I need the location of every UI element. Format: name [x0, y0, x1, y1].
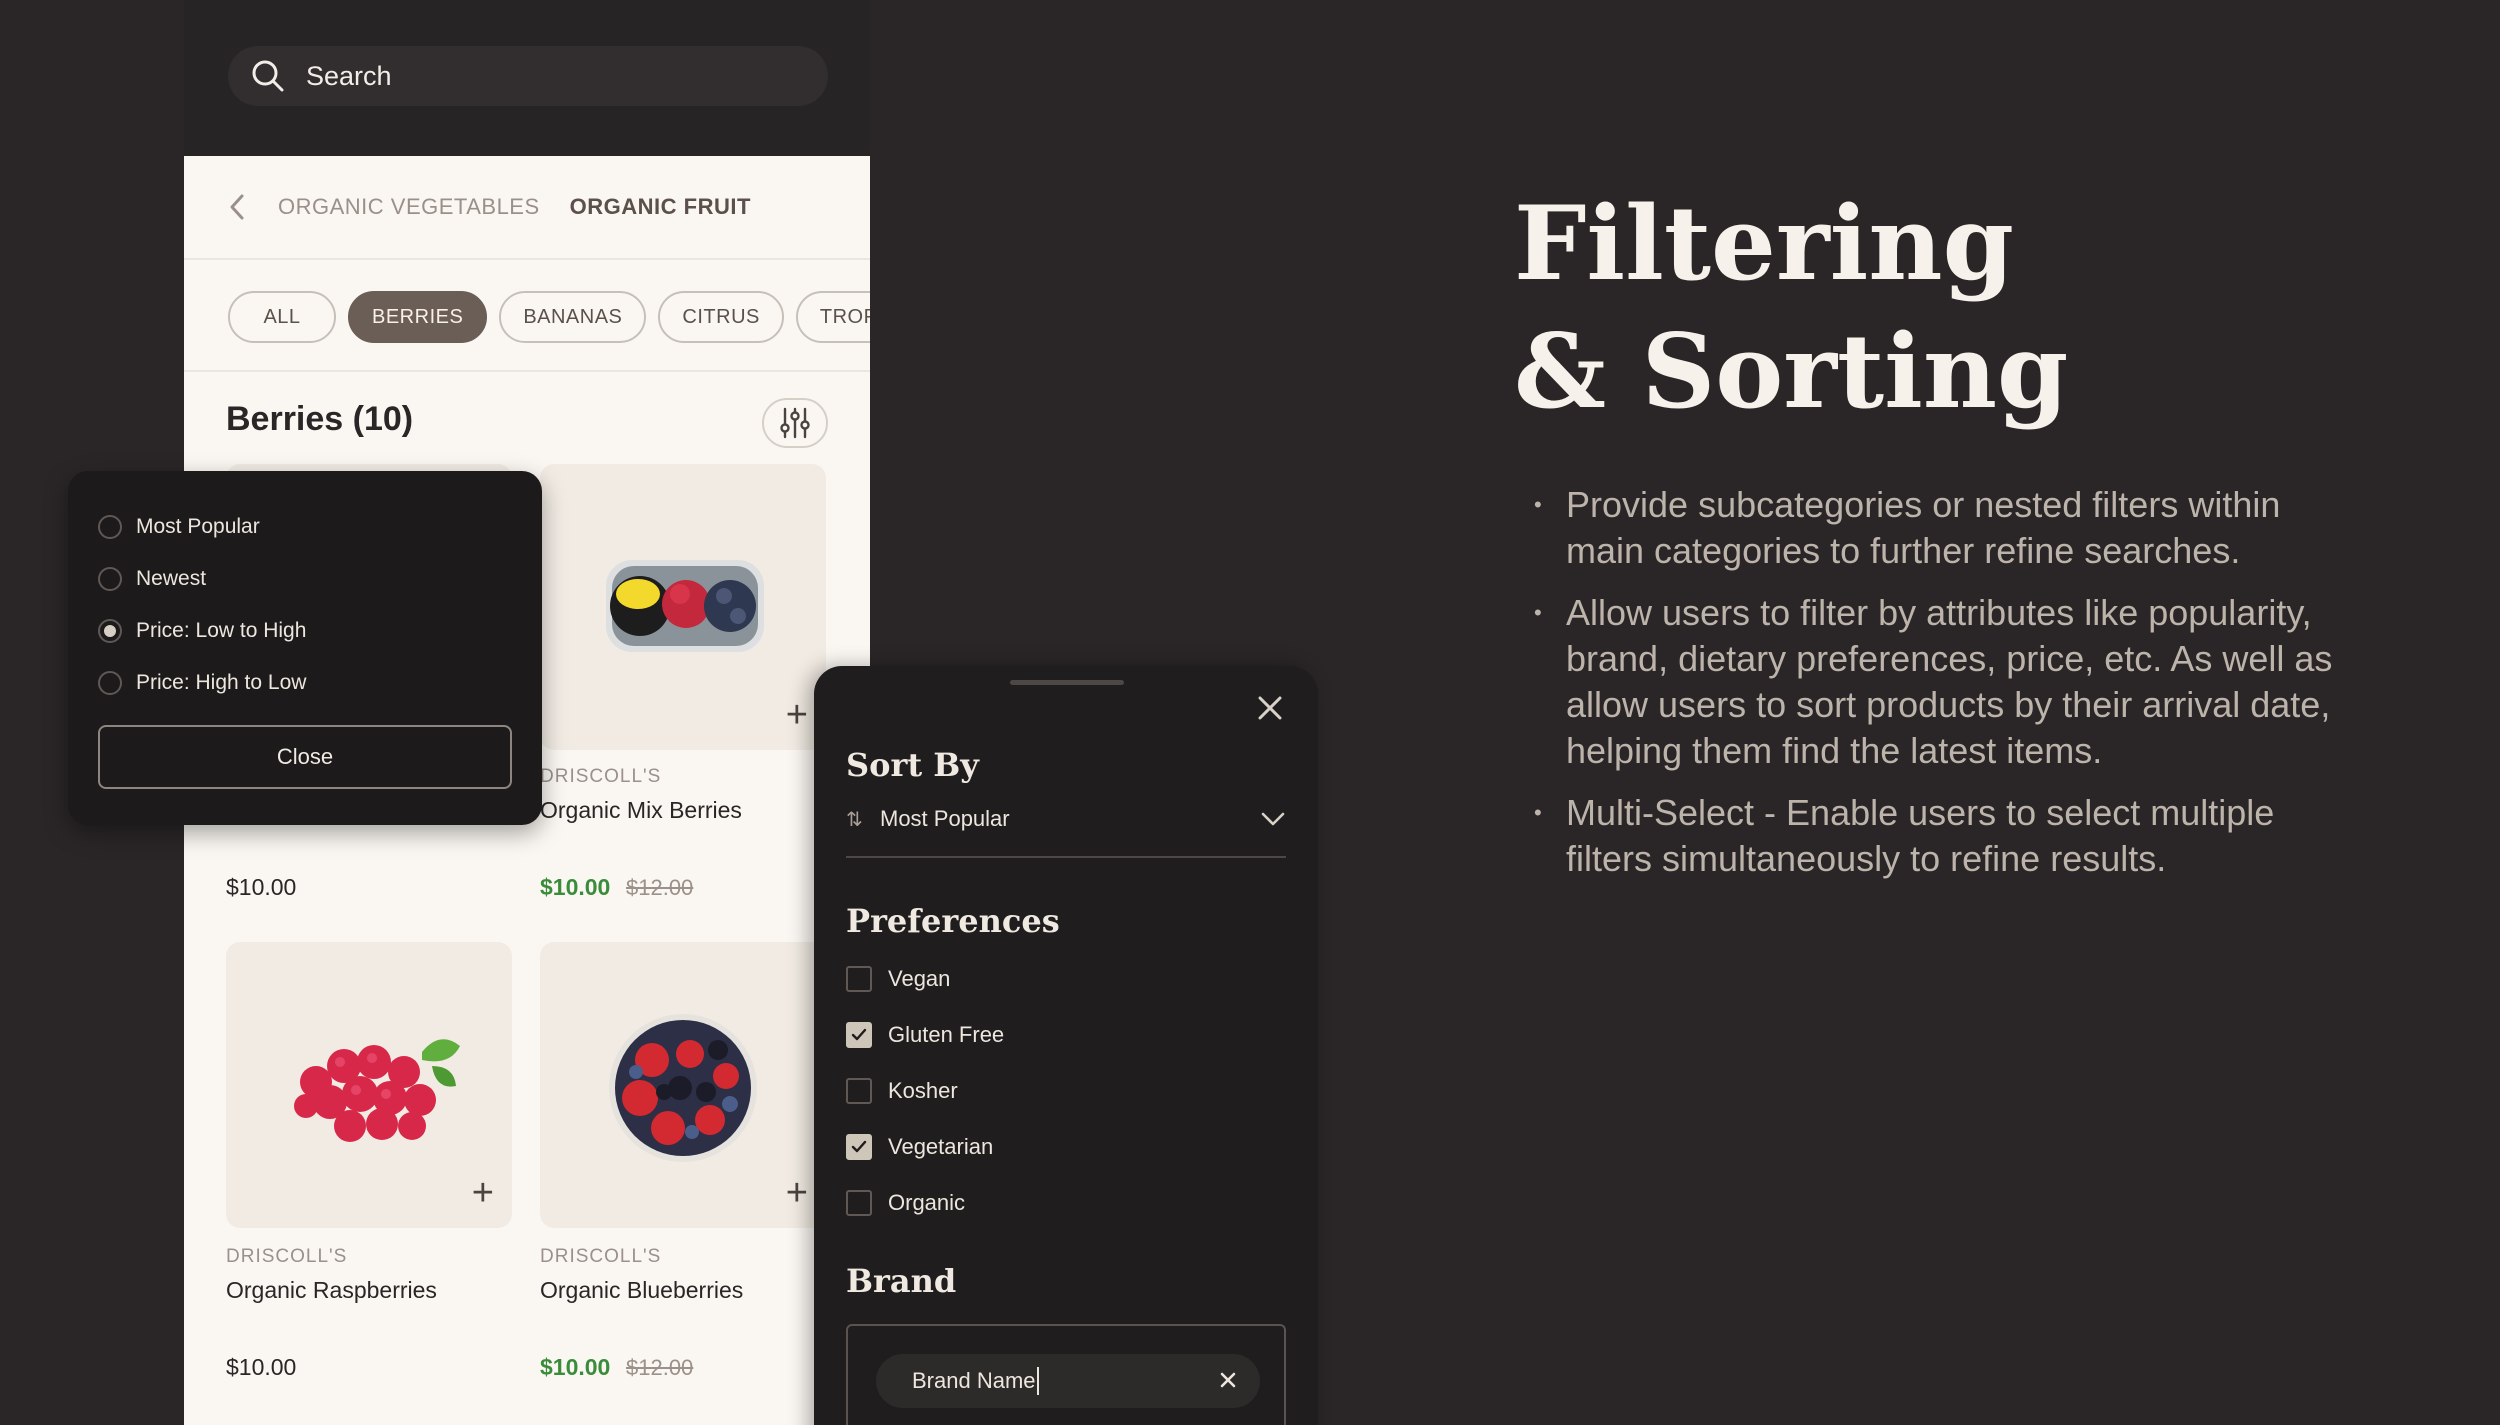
- hero-title: Filtering & Sorting: [1514, 180, 2214, 436]
- bullet-item: Provide subcategories or nested filters …: [1534, 482, 2334, 574]
- check-icon: [851, 1140, 867, 1153]
- sort-arrows-icon: ⇅: [846, 808, 863, 831]
- product-old-price: $12.00: [626, 875, 694, 900]
- radio-button[interactable]: [98, 567, 122, 591]
- search-placeholder: Search: [306, 60, 392, 91]
- chip-bananas[interactable]: BANANAS: [499, 291, 647, 343]
- breadcrumb-organic-fruit[interactable]: ORGANIC FRUIT: [570, 194, 751, 220]
- preference-vegan[interactable]: Vegan: [846, 966, 950, 992]
- sort-value: Most Popular: [880, 806, 1010, 831]
- product-image-blueberries[interactable]: +: [540, 942, 826, 1228]
- chip-citrus[interactable]: CITRUS: [658, 291, 784, 343]
- filter-sheet: Sort By ⇅ Most Popular Preferences Vegan…: [814, 666, 1318, 1425]
- sort-option-price-low-high[interactable]: Price: Low to High: [98, 619, 306, 643]
- preference-organic[interactable]: Organic: [846, 1190, 965, 1216]
- preference-kosher[interactable]: Kosher: [846, 1078, 958, 1104]
- add-icon[interactable]: +: [786, 696, 808, 734]
- sort-option-price-high-low[interactable]: Price: High to Low: [98, 671, 306, 695]
- radio-button[interactable]: [98, 671, 122, 695]
- chevron-down-icon: [1261, 812, 1285, 826]
- brand-input[interactable]: Brand Name: [876, 1354, 1260, 1408]
- product-sale-price: $10.00: [540, 874, 611, 900]
- chip-all[interactable]: ALL: [228, 291, 336, 343]
- sort-dropdown[interactable]: ⇅ Most Popular: [846, 806, 1286, 832]
- category-chips: ALL BERRIES BANANAS CITRUS TROPICAL: [228, 291, 870, 343]
- add-icon[interactable]: +: [472, 1174, 494, 1212]
- product-price: $10.00: [226, 1354, 297, 1380]
- drag-handle[interactable]: [1010, 680, 1124, 685]
- sort-option-newest[interactable]: Newest: [98, 567, 206, 591]
- divider: [184, 370, 870, 372]
- checkbox[interactable]: [846, 966, 872, 992]
- checkbox-checked[interactable]: [846, 1134, 872, 1160]
- preference-label: Organic: [888, 1190, 966, 1215]
- chip-tropical[interactable]: TROPICAL: [795, 291, 870, 343]
- checkbox[interactable]: [846, 1078, 872, 1104]
- product-image-raspberries[interactable]: +: [226, 942, 512, 1228]
- preference-label: Vegan: [888, 966, 951, 991]
- product-name[interactable]: Organic Blueberries: [540, 1277, 743, 1304]
- product-price: $10.00: [226, 874, 297, 900]
- brand-field-container: Brand Name: [846, 1324, 1286, 1425]
- sort-option-label: Price: High to Low: [136, 671, 307, 694]
- checkbox[interactable]: [846, 1190, 872, 1216]
- chevron-left-icon[interactable]: [226, 192, 248, 222]
- hero-title-line: & Sorting: [1514, 312, 2069, 432]
- sort-option-label: Price: Low to High: [136, 619, 307, 642]
- product-image-mix-berries[interactable]: +: [540, 464, 826, 750]
- radio-button-selected[interactable]: [98, 619, 122, 643]
- sort-by-heading: Sort By: [846, 746, 979, 784]
- filter-button[interactable]: [762, 398, 828, 448]
- add-icon[interactable]: +: [786, 1174, 808, 1212]
- close-icon[interactable]: [1254, 692, 1286, 724]
- radio-button[interactable]: [98, 515, 122, 539]
- raspberries-image: [294, 1039, 460, 1142]
- sort-option-label: Newest: [136, 567, 207, 590]
- sliders-icon: [780, 407, 810, 439]
- product-brand: DRISCOLL'S: [540, 1246, 662, 1267]
- feature-bullets: Provide subcategories or nested filters …: [1534, 482, 2334, 898]
- breadcrumb: ORGANIC VEGETABLES ORGANIC FRUIT: [184, 156, 870, 260]
- product-sale-price: $10.00: [540, 1354, 611, 1380]
- preference-label: Vegetarian: [888, 1134, 994, 1159]
- close-button[interactable]: Close: [98, 725, 512, 789]
- clear-icon[interactable]: [1218, 1370, 1238, 1390]
- mixed-berries-bowl-image: [609, 1014, 757, 1162]
- top-bar: Search: [184, 0, 870, 156]
- berry-box-image: [606, 560, 764, 652]
- bullet-item: Multi-Select - Enable users to select mu…: [1534, 790, 2334, 882]
- hero-title-line: Filtering: [1514, 184, 2014, 304]
- product-brand: DRISCOLL'S: [540, 766, 662, 787]
- preference-label: Kosher: [888, 1078, 958, 1103]
- checkbox-checked[interactable]: [846, 1022, 872, 1048]
- chip-berries[interactable]: BERRIES: [348, 291, 488, 343]
- brand-input-value: Brand Name: [912, 1368, 1036, 1393]
- preference-gluten-free[interactable]: Gluten Free: [846, 1022, 1004, 1048]
- sort-popup: Most Popular Newest Price: Low to High P…: [68, 471, 542, 825]
- divider: [846, 856, 1286, 858]
- product-brand: DRISCOLL'S: [226, 1246, 348, 1267]
- preferences-heading: Preferences: [846, 902, 1060, 940]
- search-icon: [252, 60, 284, 92]
- product-name[interactable]: Organic Mix Berries: [540, 797, 742, 824]
- section-title: Berries (10): [226, 400, 414, 438]
- bullet-item: Allow users to filter by attributes like…: [1534, 590, 2334, 774]
- text-cursor: [1036, 1367, 1039, 1395]
- preference-vegetarian[interactable]: Vegetarian: [846, 1134, 993, 1160]
- product-old-price: $12.00: [626, 1355, 694, 1380]
- brand-heading: Brand: [846, 1262, 957, 1300]
- check-icon: [851, 1028, 867, 1041]
- sort-option-most-popular[interactable]: Most Popular: [98, 515, 260, 539]
- search-bar[interactable]: Search: [228, 46, 828, 106]
- product-name[interactable]: Organic Raspberries: [226, 1277, 437, 1304]
- preference-label: Gluten Free: [888, 1022, 1005, 1047]
- sort-option-label: Most Popular: [136, 515, 260, 538]
- breadcrumb-organic-vegetables[interactable]: ORGANIC VEGETABLES: [278, 194, 540, 220]
